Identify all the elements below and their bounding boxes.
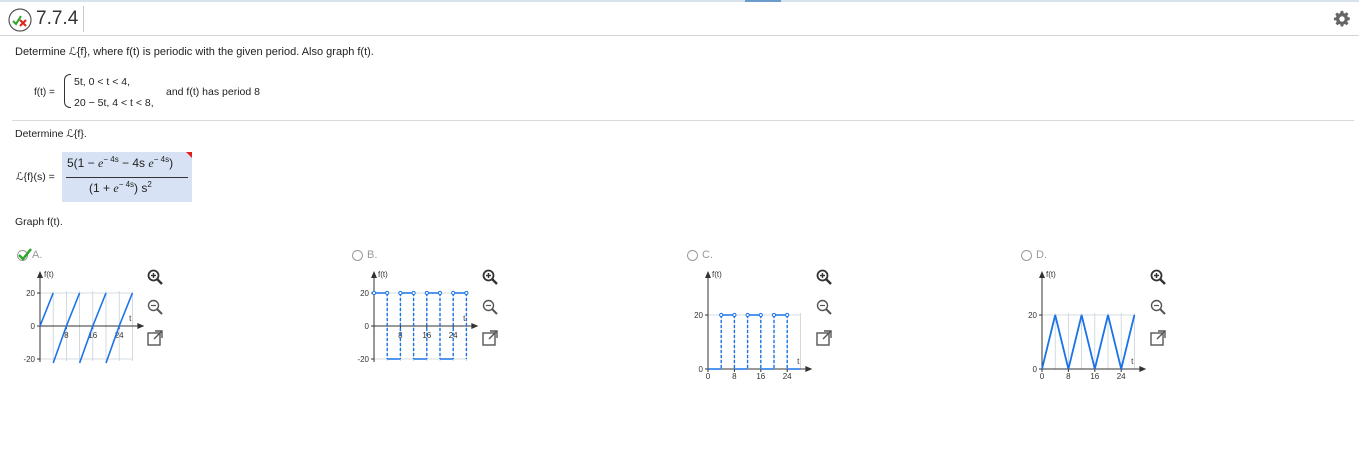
question-header: 7.7.4 bbox=[0, 2, 1359, 36]
zoom-out-icon[interactable] bbox=[1149, 298, 1167, 316]
zoom-in-icon[interactable] bbox=[815, 268, 833, 286]
plot-jumps bbox=[720, 315, 788, 369]
piecewise-brace bbox=[64, 74, 71, 108]
popout-icon[interactable] bbox=[1149, 329, 1167, 347]
option-a-label: A. bbox=[32, 249, 43, 261]
section-divider bbox=[12, 120, 1354, 121]
option-b-radio[interactable] bbox=[352, 250, 363, 261]
zoom-in-icon[interactable] bbox=[1149, 268, 1167, 286]
plot-point bbox=[437, 290, 443, 296]
option-c-graph: f(t) t 20 00 8 16 24 bbox=[694, 270, 813, 381]
checkmark-icon bbox=[18, 248, 32, 261]
y-tick-label: 0 bbox=[1033, 365, 1038, 374]
x-tick-label: 0 bbox=[1040, 372, 1045, 381]
y-axis-label: f(t) bbox=[1046, 270, 1056, 279]
x-tick-label: 24 bbox=[1117, 372, 1126, 381]
plot-point bbox=[398, 290, 403, 296]
x-tick-label: 8 bbox=[732, 372, 737, 381]
y-tick-label: 0 bbox=[699, 365, 704, 374]
popout-icon[interactable] bbox=[481, 329, 499, 347]
x-axis-label: t bbox=[129, 314, 132, 323]
option-d-label: D. bbox=[1036, 249, 1047, 261]
y-axis-arrow bbox=[371, 271, 377, 278]
plot-point bbox=[719, 312, 724, 318]
y-tick-label: 20 bbox=[1028, 311, 1037, 320]
plot-series bbox=[1041, 314, 1136, 370]
piecewise-case-2: 20 − 5t, 4 < t < 8, bbox=[74, 97, 154, 109]
plot-point bbox=[424, 290, 429, 296]
part1-instruction: Determine ℒ{f}. bbox=[15, 128, 87, 140]
gear-icon[interactable] bbox=[1333, 10, 1351, 28]
x-axis-arrow bbox=[137, 323, 145, 329]
y-axis-label: f(t) bbox=[378, 270, 388, 279]
y-tick-label: 0 bbox=[365, 322, 370, 331]
x-axis-label: t bbox=[1131, 357, 1134, 366]
option-b-label: B. bbox=[367, 249, 378, 261]
function-label: f(t) = bbox=[34, 87, 55, 98]
option-c-radio[interactable] bbox=[687, 250, 698, 261]
option-d-graph: f(t) t 20 00 8 16 24 bbox=[1028, 270, 1147, 381]
plot-point bbox=[464, 290, 469, 296]
piecewise-case-1: 5t, 0 < t < 4, bbox=[74, 76, 131, 88]
y-tick-label: -20 bbox=[357, 355, 369, 364]
zoom-in-icon[interactable] bbox=[146, 268, 164, 286]
option-a-graph: f(t)t200-208 16 24 bbox=[23, 270, 145, 364]
x-tick-label: 16 bbox=[1090, 372, 1099, 381]
y-tick-label: 0 bbox=[31, 322, 36, 331]
incorrect-flag bbox=[186, 152, 192, 158]
y-tick-label: 20 bbox=[360, 289, 369, 298]
y-axis-arrow bbox=[37, 271, 43, 278]
x-axis-arrow bbox=[1139, 366, 1147, 372]
zoom-out-icon[interactable] bbox=[481, 298, 499, 316]
y-axis-arrow bbox=[705, 271, 711, 278]
popout-icon[interactable] bbox=[815, 329, 833, 347]
x-axis-arrow bbox=[805, 366, 813, 372]
question-number: 7.7.4 bbox=[34, 6, 85, 32]
partial-credit-icon bbox=[8, 8, 32, 32]
option-b-graph: f(t)t200-208 16 24 bbox=[357, 270, 479, 364]
y-axis-arrow bbox=[1039, 271, 1045, 278]
laplace-label: ℒ{f}(s) = bbox=[16, 171, 55, 183]
x-tick-label: 0 bbox=[706, 372, 711, 381]
plot-point bbox=[411, 290, 416, 296]
zoom-out-icon[interactable] bbox=[146, 298, 164, 316]
y-axis-label: f(t) bbox=[44, 270, 54, 279]
plot-point bbox=[371, 290, 377, 296]
zoom-out-icon[interactable] bbox=[815, 298, 833, 316]
answer-input-box[interactable]: 5(1 − e− 4s − 4s e− 4s) (1 + e− 4s) s2 bbox=[62, 152, 192, 202]
x-tick-label: 24 bbox=[783, 372, 792, 381]
problem-prompt: Determine ℒ{f}, where f(t) is periodic w… bbox=[15, 46, 374, 58]
x-axis-label: t bbox=[463, 314, 466, 323]
x-axis-arrow bbox=[471, 323, 479, 329]
plot-point bbox=[758, 312, 763, 318]
period-text: and f(t) has period 8 bbox=[166, 86, 260, 98]
y-tick-label: 20 bbox=[694, 311, 703, 320]
x-tick-label: 16 bbox=[756, 372, 765, 381]
popout-icon[interactable] bbox=[146, 329, 164, 347]
plot-point bbox=[785, 312, 790, 318]
plot-point bbox=[771, 312, 777, 318]
zoom-in-icon[interactable] bbox=[481, 268, 499, 286]
plot-point bbox=[385, 290, 390, 296]
fraction-bar bbox=[66, 177, 188, 178]
x-axis-label: t bbox=[797, 357, 800, 366]
plot-point bbox=[451, 290, 456, 296]
plot-point bbox=[745, 312, 750, 318]
plot-point bbox=[732, 312, 737, 318]
option-d-radio[interactable] bbox=[1021, 250, 1032, 261]
option-c-label: C. bbox=[702, 249, 713, 261]
y-axis-label: f(t) bbox=[712, 270, 722, 279]
x-tick-label: 8 bbox=[1066, 372, 1071, 381]
answer-numerator: 5(1 − e− 4s − 4s e− 4s) bbox=[67, 155, 174, 171]
y-tick-label: -20 bbox=[23, 355, 35, 364]
part2-instruction: Graph f(t). bbox=[15, 216, 63, 228]
plot-series bbox=[39, 292, 134, 364]
answer-denominator: (1 + e− 4s) s2 bbox=[89, 180, 152, 196]
y-tick-label: 20 bbox=[26, 289, 35, 298]
